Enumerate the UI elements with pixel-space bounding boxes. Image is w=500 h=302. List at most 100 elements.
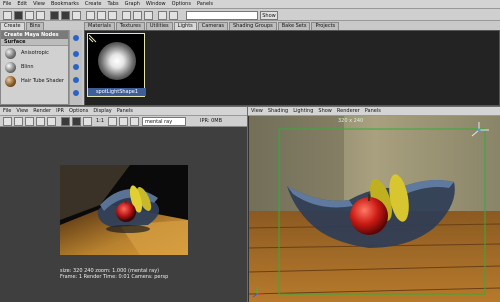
spotlight-glow bbox=[98, 42, 136, 80]
viewport-menubar: View Shading Lighting Show Renderer Pane… bbox=[248, 107, 500, 116]
create-nodes-panel: Create Maya Nodes Surface Anisotropic Bl… bbox=[0, 30, 69, 105]
renderer-select[interactable]: mental ray bbox=[142, 117, 186, 126]
scroll-marker-icon[interactable] bbox=[73, 35, 79, 41]
split-icon[interactable] bbox=[36, 10, 45, 20]
ipr-render-icon[interactable] bbox=[36, 116, 45, 126]
tab-bins[interactable]: Bins bbox=[25, 22, 45, 30]
menu-lighting[interactable]: Lighting bbox=[293, 108, 313, 114]
graph-materials-icon[interactable] bbox=[72, 10, 81, 20]
alpha-channel-icon[interactable] bbox=[72, 116, 81, 126]
menu-ipr[interactable]: IPR bbox=[56, 108, 64, 114]
menu-display[interactable]: Display bbox=[93, 108, 111, 114]
redo-render-icon[interactable] bbox=[3, 116, 12, 126]
render-view-menubar: File View Render IPR Options Display Pan… bbox=[0, 107, 247, 116]
tab-lights[interactable]: Lights bbox=[173, 22, 197, 30]
rendered-fruit-bowl bbox=[60, 165, 188, 255]
hypershade-tab-bar: Materials Textures Utilities Lights Came… bbox=[84, 22, 500, 30]
display-settings-icon[interactable] bbox=[130, 116, 139, 126]
clear-graph-icon[interactable] bbox=[50, 10, 59, 20]
render-frame-info: Frame: 1 Render Time: 0:01 Camera: persp bbox=[60, 274, 169, 280]
menu-options[interactable]: Options bbox=[172, 1, 191, 7]
scroll-marker-icon[interactable] bbox=[73, 51, 79, 57]
surface-section-header[interactable]: Surface bbox=[1, 39, 68, 46]
hair-tube-shader-swatch-icon bbox=[5, 75, 16, 87]
menu-options[interactable]: Options bbox=[69, 108, 88, 114]
show-bottom-tabs-icon[interactable] bbox=[133, 10, 142, 20]
render-info: size: 320 240 zoom: 1.000 (mental ray) F… bbox=[60, 268, 210, 280]
menu-graph[interactable]: Graph bbox=[125, 1, 140, 7]
menu-show[interactable]: Show bbox=[318, 108, 332, 114]
tab-create[interactable]: Create bbox=[0, 22, 25, 30]
toggle-create-bar-icon[interactable] bbox=[3, 10, 12, 20]
rearrange-graph-icon[interactable] bbox=[61, 10, 70, 20]
menu-file[interactable]: File bbox=[3, 1, 11, 7]
refresh-ipr-icon[interactable] bbox=[47, 116, 56, 126]
snapshot-icon[interactable] bbox=[25, 116, 34, 126]
scroll-marker-icon[interactable] bbox=[73, 77, 79, 83]
node-hair-tube-shader[interactable]: Hair Tube Shader bbox=[1, 74, 68, 88]
menu-render[interactable]: Render bbox=[33, 108, 51, 114]
render-view-toolbar: 1:1 mental ray IPR: 0MB bbox=[0, 116, 247, 127]
scroll-marker-icon[interactable] bbox=[73, 64, 79, 70]
node-anisotropic[interactable]: Anisotropic bbox=[1, 46, 68, 60]
menu-renderer[interactable]: Renderer bbox=[337, 108, 360, 114]
search-field[interactable] bbox=[186, 10, 258, 20]
node-label: Blinn bbox=[21, 64, 34, 70]
menu-create[interactable]: Create bbox=[85, 1, 102, 7]
menu-window[interactable]: Window bbox=[146, 1, 166, 7]
node-blinn[interactable]: Blinn bbox=[1, 60, 68, 74]
sort-icon[interactable] bbox=[158, 10, 167, 20]
menu-view[interactable]: View bbox=[16, 108, 28, 114]
remove-image-icon[interactable] bbox=[119, 116, 128, 126]
scroll-marker-icon[interactable] bbox=[73, 90, 79, 96]
show-button[interactable]: Show bbox=[260, 10, 278, 20]
node-scrollbar[interactable] bbox=[69, 30, 82, 105]
show-both-tabs-icon[interactable] bbox=[144, 10, 153, 20]
rgb-channels-icon[interactable] bbox=[61, 116, 70, 126]
tab-projects[interactable]: Projects bbox=[311, 22, 340, 30]
light-type-icon bbox=[89, 35, 97, 43]
left-tab-bar: Create Bins bbox=[0, 22, 45, 30]
tab-materials[interactable]: Materials bbox=[84, 22, 115, 30]
node-label: Hair Tube Shader bbox=[21, 78, 64, 84]
tab-shading-groups[interactable]: Shading Groups bbox=[229, 22, 277, 30]
rendered-image[interactable] bbox=[60, 165, 188, 255]
keep-image-icon[interactable] bbox=[108, 116, 117, 126]
menu-panels[interactable]: Panels bbox=[365, 108, 381, 114]
spotlight-swatch[interactable]: spotLightShape1 bbox=[87, 33, 146, 97]
filter-icon[interactable] bbox=[169, 10, 178, 20]
render-region-icon[interactable] bbox=[14, 116, 23, 126]
graph-view-icon[interactable] bbox=[14, 10, 23, 20]
tab-bake-sets[interactable]: Bake Sets bbox=[277, 22, 311, 30]
blinn-swatch-icon bbox=[5, 61, 16, 73]
menu-tabs[interactable]: Tabs bbox=[108, 1, 119, 7]
menu-view[interactable]: View bbox=[33, 1, 45, 7]
show-top-tabs-icon[interactable] bbox=[122, 10, 131, 20]
real-size-icon[interactable] bbox=[83, 116, 92, 126]
anisotropic-swatch-icon bbox=[5, 47, 16, 59]
tab-cameras[interactable]: Cameras bbox=[197, 22, 228, 30]
input-connections-icon[interactable] bbox=[86, 10, 95, 20]
tab-utilities[interactable]: Utilities bbox=[145, 22, 173, 30]
menu-bookmarks[interactable]: Bookmarks bbox=[51, 1, 79, 7]
ratio-label[interactable]: 1:1 bbox=[96, 116, 104, 127]
menu-shading[interactable]: Shading bbox=[268, 108, 288, 114]
ipr-memory-label: IPR: 0MB bbox=[200, 118, 223, 124]
hypershade-work-area[interactable]: spotLightShape1 bbox=[84, 30, 500, 106]
menu-file[interactable]: File bbox=[3, 108, 11, 114]
create-nodes-header[interactable]: Create Maya Nodes bbox=[1, 31, 68, 39]
menu-panels[interactable]: Panels bbox=[197, 1, 213, 7]
tab-textures[interactable]: Textures bbox=[115, 22, 145, 30]
swatch-label: spotLightShape1 bbox=[88, 88, 146, 96]
resolution-readout: 320 x 240 bbox=[338, 118, 364, 124]
viewport-scene[interactable] bbox=[249, 116, 500, 302]
input-output-connections-icon[interactable] bbox=[97, 10, 106, 20]
menu-panels[interactable]: Panels bbox=[117, 108, 133, 114]
menu-edit[interactable]: Edit bbox=[17, 1, 27, 7]
hypershade-menubar: File Edit View Bookmarks Create Tabs Gra… bbox=[0, 0, 500, 9]
menu-view[interactable]: View bbox=[251, 108, 263, 114]
output-connections-icon[interactable] bbox=[108, 10, 117, 20]
viewport-fruit-bowl bbox=[249, 116, 500, 302]
node-label: Anisotropic bbox=[21, 50, 49, 56]
layout-icon[interactable] bbox=[25, 10, 34, 20]
